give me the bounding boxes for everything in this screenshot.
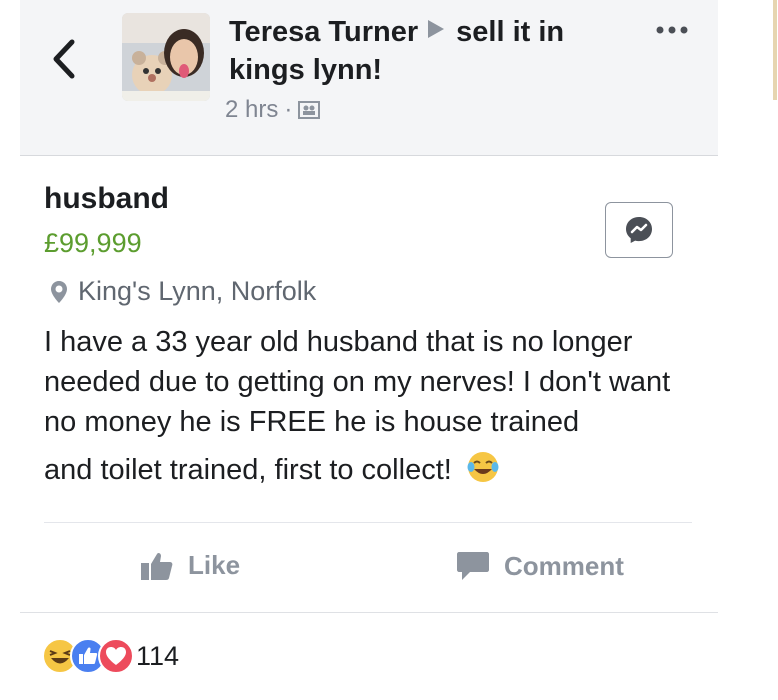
divider bbox=[20, 612, 718, 613]
more-dots-icon[interactable] bbox=[652, 18, 692, 42]
comment-bubble-icon bbox=[457, 552, 489, 580]
arrow-right-icon bbox=[426, 12, 446, 50]
thumbs-up-icon bbox=[141, 552, 173, 580]
meta-separator: · bbox=[284, 96, 293, 123]
description-last-line: and toilet trained, first to collect! bbox=[44, 450, 704, 490]
messenger-icon bbox=[626, 217, 652, 243]
listing-title: husband bbox=[44, 182, 169, 215]
post-meta: 2 hrs · bbox=[225, 96, 321, 124]
comment-button[interactable]: Comment bbox=[456, 550, 624, 582]
group-audience-icon bbox=[298, 101, 321, 119]
adjacent-image-edge bbox=[773, 0, 777, 100]
description-main: I have a 33 year old husband that is no … bbox=[44, 326, 671, 438]
adjacent-content-edge bbox=[718, 0, 778, 700]
message-seller-button[interactable] bbox=[605, 202, 673, 258]
love-reaction-icon bbox=[98, 638, 134, 674]
listing-description: I have a 33 year old husband that is no … bbox=[44, 322, 704, 490]
post-title: Teresa Turner sell it in kings lynn! bbox=[229, 12, 609, 89]
tears-of-joy-emoji bbox=[467, 452, 499, 482]
poster-name[interactable]: Teresa Turner bbox=[229, 16, 418, 48]
divider bbox=[44, 522, 692, 523]
post-timestamp[interactable]: 2 hrs bbox=[225, 96, 278, 124]
back-chevron-icon[interactable] bbox=[44, 34, 84, 84]
like-button[interactable]: Like bbox=[140, 550, 240, 581]
reactions-summary[interactable]: 114 bbox=[42, 638, 179, 674]
avatar[interactable] bbox=[122, 13, 210, 101]
location-text: King's Lynn, Norfolk bbox=[78, 276, 317, 306]
comment-label: Comment bbox=[504, 550, 624, 581]
description-last-text: and toilet trained, first to collect! bbox=[44, 454, 452, 486]
listing-price: £99,999 bbox=[44, 228, 142, 258]
like-label: Like bbox=[188, 550, 241, 580]
reaction-count: 114 bbox=[136, 640, 180, 671]
listing-location: King's Lynn, Norfolk bbox=[50, 276, 316, 307]
location-pin-icon bbox=[51, 280, 67, 303]
